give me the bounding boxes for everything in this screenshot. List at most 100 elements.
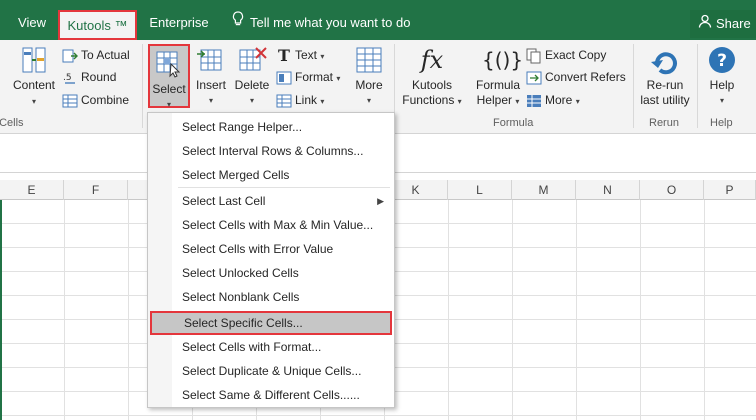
text-button[interactable]: T Text ▾ bbox=[276, 45, 324, 65]
menu-item-select-unlocked-cells[interactable]: Select Unlocked Cells bbox=[150, 261, 392, 285]
delete-button[interactable]: Delete ▾ bbox=[233, 44, 271, 108]
convert-refers-button[interactable]: Convert Refers bbox=[526, 67, 626, 87]
to-actual-icon bbox=[62, 48, 78, 64]
kutools-functions-label-2: Functions bbox=[402, 93, 455, 107]
delete-label: Delete bbox=[234, 78, 270, 92]
link-button[interactable]: Link ▾ bbox=[276, 90, 324, 110]
insert-button[interactable]: Insert ▾ bbox=[193, 44, 229, 108]
to-actual-label: To Actual bbox=[81, 48, 130, 62]
formula-helper-button[interactable]: {()} Formula Helper ▾ bbox=[472, 44, 524, 109]
group-separator bbox=[633, 44, 634, 128]
rerun-last-utility-button[interactable]: Re-run last utility bbox=[636, 44, 694, 108]
column-header-n[interactable]: N bbox=[576, 180, 640, 200]
content-button[interactable]: Content ▾ bbox=[10, 44, 58, 109]
combine-button[interactable]: Combine bbox=[62, 90, 129, 110]
formula-helper-label-1: Formula bbox=[475, 78, 520, 92]
delete-icon bbox=[236, 44, 268, 76]
menu-item-select-nonblank-cells[interactable]: Select Nonblank Cells bbox=[150, 285, 392, 309]
text-label: Text bbox=[295, 48, 318, 62]
kutools-functions-label-1: Kutools bbox=[411, 78, 453, 92]
formula-braces-icon: {()} bbox=[482, 48, 524, 72]
svg-text:?: ? bbox=[717, 51, 727, 71]
formula-group-label: Formula bbox=[493, 117, 534, 129]
menu-item-select-merged-cells[interactable]: Select Merged Cells bbox=[150, 163, 392, 187]
kutools-functions-button[interactable]: fx Kutools Functions ▾ bbox=[400, 44, 464, 109]
column-header-f[interactable]: F bbox=[64, 180, 128, 200]
tab-view[interactable]: View bbox=[10, 8, 54, 38]
convert-refers-icon bbox=[526, 70, 542, 86]
select-icon bbox=[153, 48, 185, 80]
share-label: Share bbox=[716, 16, 751, 31]
more-formula-button[interactable]: More ▾ bbox=[526, 90, 580, 110]
more-label: More bbox=[355, 78, 383, 92]
help-group-label: Help bbox=[710, 117, 733, 129]
share-button[interactable]: Share bbox=[690, 10, 756, 38]
combine-label: Combine bbox=[81, 93, 130, 107]
format-icon bbox=[276, 70, 292, 86]
content-icon bbox=[18, 44, 50, 76]
menu-item-select-last-cell-label: Select Last Cell bbox=[182, 194, 266, 208]
round-label: Round bbox=[81, 70, 117, 84]
text-icon: T bbox=[278, 45, 290, 65]
menu-item-select-last-cell[interactable]: Select Last Cell ▶ bbox=[150, 189, 392, 213]
column-header-o[interactable]: O bbox=[640, 180, 704, 200]
more-icon bbox=[353, 44, 385, 76]
rerun-arrow-icon bbox=[649, 44, 681, 76]
more-formula-label: More bbox=[545, 93, 573, 107]
content-label: Content bbox=[12, 78, 56, 92]
more-button[interactable]: More ▾ bbox=[350, 44, 388, 108]
ribbon-tab-bar: View Kutools ™ Enterprise Tell me what y… bbox=[0, 0, 756, 40]
format-label: Format bbox=[295, 70, 334, 84]
round-icon: .5 bbox=[62, 70, 78, 86]
select-button[interactable]: Select ▾ bbox=[148, 44, 190, 109]
tab-kutools[interactable]: Kutools ™ bbox=[58, 10, 137, 40]
menu-item-select-range-helper[interactable]: Select Range Helper... bbox=[150, 115, 392, 139]
group-separator bbox=[697, 44, 698, 128]
column-header-e[interactable]: E bbox=[0, 180, 64, 200]
column-header-m[interactable]: M bbox=[512, 180, 576, 200]
help-button[interactable]: ? Help ▾ bbox=[704, 44, 740, 108]
help-label: Help bbox=[709, 78, 735, 92]
menu-item-select-interval-rows-columns[interactable]: Select Interval Rows & Columns... bbox=[150, 139, 392, 163]
function-fx-icon: fx bbox=[420, 46, 444, 74]
select-label: Select bbox=[152, 82, 186, 96]
menu-item-select-specific-cells[interactable]: Select Specific Cells... bbox=[150, 311, 392, 335]
combine-icon bbox=[62, 93, 78, 109]
cells-group-label: Cells bbox=[0, 117, 24, 129]
menu-item-select-cells-with-format[interactable]: Select Cells with Format... bbox=[150, 335, 392, 359]
group-separator bbox=[142, 44, 143, 128]
formula-helper-label-2: Helper bbox=[476, 93, 512, 107]
tell-me-label: Tell me what you want to do bbox=[250, 15, 411, 30]
rerun-label-1: Re-run bbox=[646, 78, 684, 92]
insert-icon bbox=[195, 44, 227, 76]
lightbulb-icon bbox=[232, 8, 244, 38]
tab-enterprise[interactable]: Enterprise bbox=[146, 8, 212, 38]
link-icon bbox=[276, 93, 292, 109]
exact-copy-button[interactable]: Exact Copy bbox=[526, 45, 606, 65]
menu-item-select-duplicate-unique[interactable]: Select Duplicate & Unique Cells... bbox=[150, 359, 392, 383]
insert-label: Insert bbox=[195, 78, 226, 92]
person-icon bbox=[698, 10, 712, 38]
tell-me-search[interactable]: Tell me what you want to do bbox=[232, 8, 410, 38]
more-formula-icon bbox=[526, 93, 542, 109]
column-header-l[interactable]: L bbox=[448, 180, 512, 200]
convert-refers-label: Convert Refers bbox=[545, 70, 626, 84]
format-button[interactable]: Format ▾ bbox=[276, 67, 340, 87]
selection-edge bbox=[0, 200, 2, 420]
svg-text:.5: .5 bbox=[63, 73, 72, 83]
rerun-group-label: Rerun bbox=[649, 117, 679, 129]
help-question-icon: ? bbox=[706, 44, 738, 76]
column-header-p[interactable]: P bbox=[704, 180, 756, 200]
exact-copy-label: Exact Copy bbox=[545, 48, 607, 62]
menu-item-select-error-value[interactable]: Select Cells with Error Value bbox=[150, 237, 392, 261]
link-label: Link bbox=[295, 93, 318, 107]
rerun-label-2: last utility bbox=[640, 93, 690, 107]
exact-copy-icon bbox=[526, 48, 542, 64]
round-button[interactable]: .5 Round bbox=[62, 67, 116, 87]
menu-item-select-same-different[interactable]: Select Same & Different Cells...... bbox=[150, 383, 392, 407]
menu-separator bbox=[178, 187, 390, 188]
submenu-arrow-icon: ▶ bbox=[377, 196, 384, 206]
menu-item-select-max-min-value[interactable]: Select Cells with Max & Min Value... bbox=[150, 213, 392, 237]
select-dropdown-menu: Select Range Helper... Select Interval R… bbox=[147, 112, 395, 408]
to-actual-button[interactable]: To Actual bbox=[62, 45, 130, 65]
